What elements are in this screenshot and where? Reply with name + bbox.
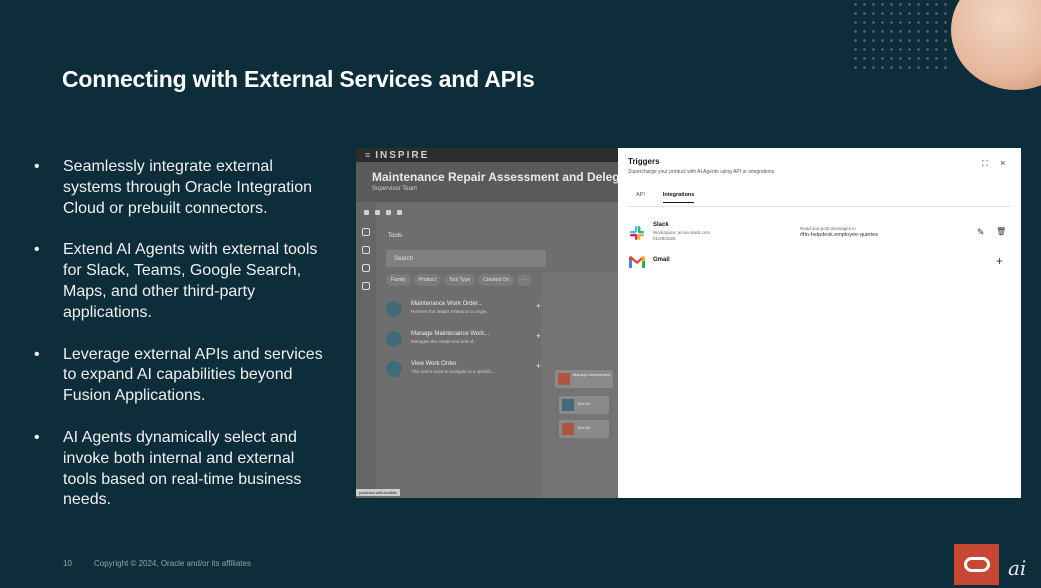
slack-read-label: Read and post messages in xyxy=(800,226,856,231)
delete-icon[interactable]: 🗑 xyxy=(996,227,1006,236)
tab-integrations[interactable]: Integrations xyxy=(662,192,695,203)
flow-node-label: Tool-02 xyxy=(577,425,591,430)
add-integration-icon[interactable]: + xyxy=(996,254,1003,268)
bullet-item: • Leverage external APIs and services to … xyxy=(32,345,332,407)
bullet-text: AI Agents dynamically select and invoke … xyxy=(63,428,302,509)
triggers-dialog: Triggers Supercharge your product with A… xyxy=(618,148,1021,498)
app-body: Tools Search Family Product Tool Type Cr… xyxy=(356,202,618,498)
slack-date: 01/28/2025 xyxy=(653,236,676,241)
tool-icon xyxy=(386,301,402,317)
app-page-subtitle: Supervisor Team xyxy=(372,186,417,192)
integration-name: Gmail xyxy=(653,257,670,263)
edit-icon[interactable]: ✎ xyxy=(977,227,985,238)
integration-name: Slack xyxy=(653,222,669,228)
app-top-bar: ≡ INSPIRE xyxy=(356,148,618,162)
bullet-glyph: • xyxy=(34,428,40,446)
flow-node[interactable]: Tool-02 xyxy=(559,420,609,438)
page-number: 10 xyxy=(63,559,72,568)
flow-node[interactable]: Tool-01 xyxy=(559,396,609,414)
tool-icon xyxy=(386,331,402,347)
play-icon[interactable] xyxy=(364,210,369,215)
pause-icon[interactable] xyxy=(375,210,380,215)
node-icon xyxy=(562,399,574,411)
bullet-glyph: • xyxy=(34,345,40,363)
bullet-text: Seamlessly integrate external systems th… xyxy=(63,158,313,217)
tool-name: Maintenance Work Order... xyxy=(411,301,483,307)
tools-icon[interactable] xyxy=(362,264,370,272)
tab-divider xyxy=(628,206,1011,207)
slide-title: Connecting with External Services and AP… xyxy=(62,66,535,92)
bullet-glyph: • xyxy=(34,158,40,175)
flow-node-label: Tool-01 xyxy=(577,401,591,406)
bullet-text: Extend AI Agents with external tools for… xyxy=(63,241,318,321)
tool-list-item[interactable]: Maintenance Work Order... Retrieve the d… xyxy=(386,299,541,323)
app-brand: INSPIRE xyxy=(375,149,430,161)
bullet-list: • Seamlessly integrate external systems t… xyxy=(32,157,332,532)
app-page-title: Maintenance Repair Assessment and Delega xyxy=(372,170,627,184)
flow-node[interactable]: Manage Assessment xyxy=(555,370,613,388)
flow-canvas: Manage Assessment Tool-01 Tool-02 xyxy=(541,272,618,498)
tool-list-item[interactable]: Manage Maintenance Work... Manages the c… xyxy=(386,329,541,353)
filter-chip[interactable]: Family xyxy=(386,274,411,286)
dialog-title: Triggers xyxy=(628,157,660,166)
watermark: ai xyxy=(1008,556,1027,580)
flow-node-label: Manage Assessment xyxy=(573,372,611,377)
bullet-glyph: • xyxy=(34,241,40,259)
filter-row: Family Product Tool Type Created On ··· xyxy=(386,274,533,286)
slack-icon xyxy=(630,226,644,240)
tool-name: View Work Order xyxy=(411,361,457,367)
oracle-logo-icon xyxy=(954,544,999,585)
tool-desc: This tool is used to navigate to a speci… xyxy=(411,369,496,374)
slack-workspace: Workspace: acme.slack.com xyxy=(653,230,711,235)
left-rail xyxy=(356,202,376,498)
toolbar xyxy=(364,210,402,215)
agent-icon[interactable] xyxy=(362,246,370,254)
expand-icon[interactable]: ⛶ xyxy=(982,159,988,169)
menu-icon[interactable]: ≡ xyxy=(365,150,370,160)
app-page-header: Maintenance Repair Assessment and Delega… xyxy=(356,162,627,202)
node-icon xyxy=(562,423,574,435)
tool-list-item[interactable]: View Work Order This tool is used to nav… xyxy=(386,359,541,383)
bullet-item: • Seamlessly integrate external systems t… xyxy=(32,157,332,219)
tools-label: Tools xyxy=(388,233,403,239)
tab-api[interactable]: API xyxy=(636,192,645,203)
decorative-dots xyxy=(851,0,951,70)
search-input[interactable]: Search xyxy=(386,250,546,267)
share-icon[interactable] xyxy=(386,210,391,215)
filter-chip[interactable]: Tool Type xyxy=(443,274,476,286)
bullet-item: • AI Agents dynamically select and invoke… xyxy=(32,428,332,511)
tool-desc: Manages the create and edit of... xyxy=(411,339,477,344)
bullet-item: • Extend AI Agents with external tools fo… xyxy=(32,240,332,323)
more-filters-icon[interactable]: ··· xyxy=(517,274,533,286)
integration-row-gmail[interactable]: Gmail + xyxy=(628,252,1011,272)
tool-desc: Retrieve the details related to a single… xyxy=(411,309,491,314)
decorative-shape xyxy=(951,0,1041,90)
slack-channel: #fin-helpdesk.employee-queries xyxy=(800,232,878,238)
node-icon xyxy=(558,373,570,385)
dialog-subtitle: Supercharge your product with AI Agents … xyxy=(628,169,775,175)
save-icon[interactable] xyxy=(397,210,402,215)
app-screenshot: ≡ INSPIRE Maintenance Repair Assessment … xyxy=(356,148,1021,498)
gmail-icon xyxy=(629,256,645,268)
status-chip: powered-with-toolkits xyxy=(356,489,400,496)
tool-name: Manage Maintenance Work... xyxy=(411,331,490,337)
integration-row-slack[interactable]: Slack Workspace: acme.slack.com 01/28/20… xyxy=(628,220,1011,248)
copyright: Copyright © 2024, Oracle and/or its affi… xyxy=(94,559,251,568)
filter-chip[interactable]: Product xyxy=(413,274,441,286)
bullet-text: Leverage external APIs and services to e… xyxy=(63,345,323,405)
tool-icon xyxy=(386,361,402,377)
settings-icon[interactable] xyxy=(362,282,370,290)
home-icon[interactable] xyxy=(362,228,370,236)
filter-chip[interactable]: Created On xyxy=(478,274,515,286)
tab-bar: API Integrations xyxy=(636,192,695,203)
close-icon[interactable]: × xyxy=(1000,158,1005,168)
